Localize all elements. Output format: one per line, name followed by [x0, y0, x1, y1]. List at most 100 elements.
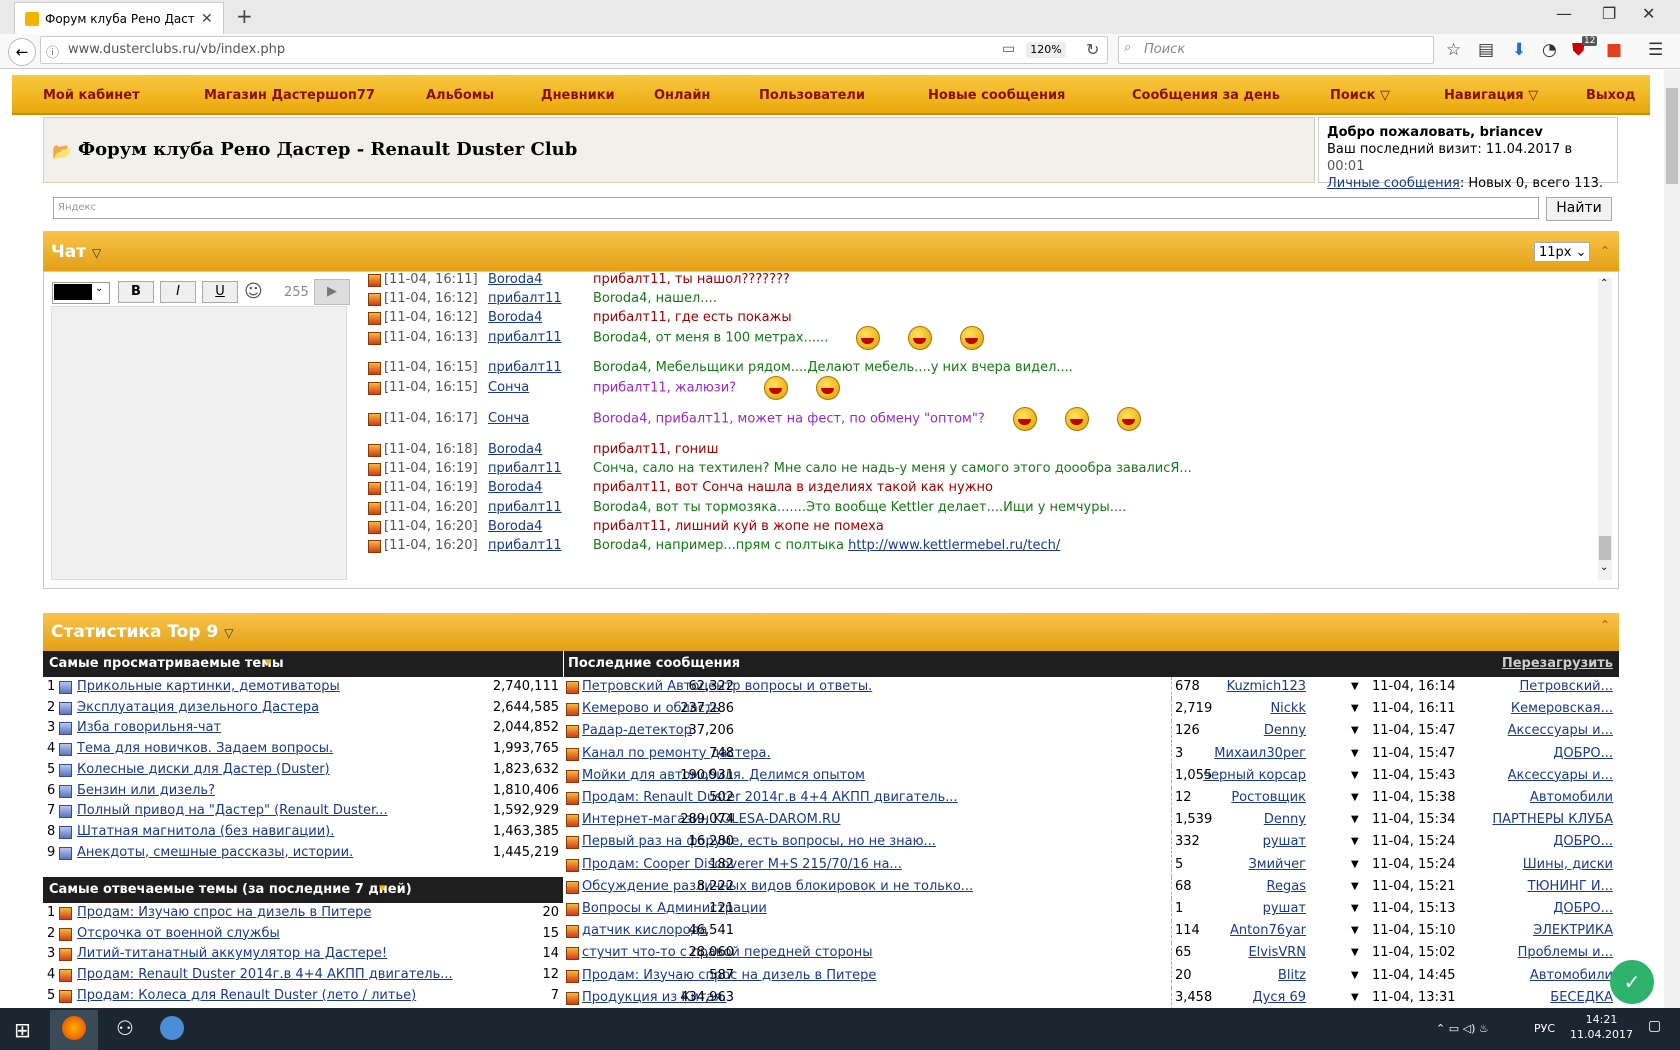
- last-poster-link[interactable]: Blitz: [1278, 968, 1306, 983]
- last-poster-link[interactable]: Denny: [1264, 812, 1306, 827]
- browser-tab[interactable]: Форум клуба Рено Дастер ✕: [14, 2, 224, 34]
- chat-title[interactable]: Чат ▽: [51, 242, 101, 262]
- last-poster-link[interactable]: Дуся 69: [1253, 990, 1307, 1005]
- forum-link[interactable]: Автомобили: [1530, 968, 1613, 983]
- nav-search[interactable]: Поиск ▽: [1330, 88, 1390, 103]
- forum-link[interactable]: ДОБРО...: [1553, 746, 1613, 761]
- forum-link[interactable]: ПАРТНЕРЫ КЛУБА: [1492, 812, 1613, 827]
- nav-logout[interactable]: Выход: [1586, 88, 1635, 103]
- message-user[interactable]: прибалт11: [488, 360, 562, 375]
- thread-link[interactable]: Отсрочка от военной службы: [77, 926, 280, 941]
- message-user[interactable]: прибалт11: [488, 291, 562, 306]
- last-poster-link[interactable]: Regas: [1267, 879, 1306, 894]
- thread-link[interactable]: Прикольные картинки, демотиваторы: [77, 679, 340, 694]
- dropdown-arrow-icon[interactable]: ▼: [1351, 748, 1359, 759]
- language-indicator[interactable]: РУС: [1534, 1022, 1555, 1035]
- dropdown-arrow-icon[interactable]: ▼: [1351, 792, 1359, 803]
- underline-button[interactable]: U: [202, 281, 238, 303]
- dropdown-arrow-icon[interactable]: ▼: [1351, 881, 1359, 892]
- dropdown-arrow-icon[interactable]: ▼: [1351, 703, 1359, 714]
- forum-link[interactable]: Петровский...: [1519, 679, 1613, 694]
- dropdown-arrow-icon[interactable]: ▼: [1351, 836, 1359, 847]
- nav-new-posts[interactable]: Новые сообщения: [928, 88, 1065, 103]
- scroll-up-icon[interactable]: ⌃: [1600, 278, 1608, 289]
- dropdown-arrow-icon[interactable]: ▼: [1351, 925, 1359, 936]
- message-user[interactable]: Сонча: [488, 380, 529, 395]
- app-icon[interactable]: ⚇: [116, 1016, 134, 1040]
- thread-link[interactable]: Продам: Cooper Discoverer M+S 215/70/16 …: [582, 857, 902, 872]
- chevron-down-icon[interactable]: ▾: [379, 881, 386, 896]
- nav-navigation[interactable]: Навигация ▽: [1444, 88, 1538, 103]
- mail-icon[interactable]: ■: [1606, 40, 1622, 60]
- thread-link[interactable]: Литий-титанатный аккумулятор на Дастере!: [77, 946, 387, 961]
- stats-title[interactable]: Статистика Top 9 ▽: [51, 622, 233, 642]
- minimize-icon[interactable]: —: [1556, 4, 1572, 23]
- last-poster-link[interactable]: Denny: [1264, 723, 1306, 738]
- forum-link[interactable]: Кемеровская...: [1511, 701, 1613, 716]
- notifications-icon[interactable]: ▢: [1648, 1018, 1661, 1034]
- message-user[interactable]: прибалт11: [488, 500, 562, 515]
- tray-icons[interactable]: ⌃ ▭ ◁) ♨: [1436, 1022, 1489, 1035]
- nav-my-cabinet[interactable]: Мой кабинет: [43, 88, 140, 103]
- reload-link[interactable]: Перезагрузить: [1502, 656, 1613, 671]
- maximize-icon[interactable]: ❐: [1602, 4, 1616, 23]
- dropdown-arrow-icon[interactable]: ▼: [1351, 970, 1359, 981]
- dropdown-arrow-icon[interactable]: ▼: [1351, 725, 1359, 736]
- thread-link[interactable]: Полный привод на "Дастер" (Renault Duste…: [77, 803, 388, 818]
- clock[interactable]: 14:21 11.04.2017: [1570, 1012, 1633, 1042]
- collapse-icon[interactable]: ⌃: [1600, 244, 1610, 258]
- message-user[interactable]: Boroda4: [488, 519, 542, 534]
- back-icon[interactable]: ←: [8, 38, 36, 66]
- chat-input[interactable]: [51, 306, 347, 580]
- dropdown-arrow-icon[interactable]: ▼: [1351, 947, 1359, 958]
- last-poster-link[interactable]: Михаил30рег: [1214, 746, 1306, 761]
- last-poster-link[interactable]: черный корсар: [1203, 768, 1306, 783]
- forum-link[interactable]: ДОБРО...: [1553, 834, 1613, 849]
- security-shield-icon[interactable]: ✓: [1610, 960, 1654, 1004]
- message-user[interactable]: Boroda4: [488, 480, 542, 495]
- forum-link[interactable]: Автомобили: [1530, 790, 1613, 805]
- thread-link[interactable]: Продам: Изучаю спрос на дизель в Питере: [77, 905, 371, 920]
- message-user[interactable]: Сонча: [488, 411, 529, 426]
- dropdown-arrow-icon[interactable]: ▼: [1351, 903, 1359, 914]
- yandex-search-input[interactable]: Яндекс: [53, 197, 1539, 219]
- close-window-icon[interactable]: ✕: [1642, 4, 1655, 23]
- reader-view-icon[interactable]: ▭: [1002, 41, 1015, 57]
- thread-link[interactable]: Вопросы к Администрации: [582, 901, 767, 916]
- forum-link[interactable]: Проблемы и...: [1518, 945, 1613, 960]
- last-poster-link[interactable]: Kuzmich123: [1227, 679, 1306, 694]
- info-icon[interactable]: ⓘ: [46, 42, 59, 61]
- forum-link[interactable]: ТЮНИНГ И...: [1528, 879, 1613, 894]
- last-poster-link[interactable]: рушат: [1263, 834, 1306, 849]
- message-user[interactable]: Boroda4: [488, 272, 542, 287]
- nav-albums[interactable]: Альбомы: [426, 88, 494, 103]
- last-poster-link[interactable]: Anton76yar: [1230, 923, 1306, 938]
- close-tab-icon[interactable]: ✕: [201, 11, 213, 27]
- message-user[interactable]: прибалт11: [488, 538, 562, 553]
- forum-link[interactable]: ЭЛЕКТРИКА: [1533, 923, 1613, 938]
- last-poster-link[interactable]: Змийчег: [1248, 857, 1306, 872]
- dropdown-arrow-icon[interactable]: ▼: [1351, 770, 1359, 781]
- thread-link[interactable]: Анекдоты, смешные рассказы, истории.: [77, 845, 353, 860]
- forum-link[interactable]: ДОБРО...: [1553, 901, 1613, 916]
- message-user[interactable]: Boroda4: [488, 442, 542, 457]
- chat-scrollbar-thumb[interactable]: [1599, 536, 1611, 560]
- send-icon[interactable]: ▶: [314, 279, 350, 305]
- nav-online[interactable]: Онлайн: [654, 88, 710, 103]
- zoom-level[interactable]: 120%: [1026, 42, 1066, 58]
- bold-button[interactable]: B: [118, 281, 154, 303]
- thread-link[interactable]: Бензин или дизель?: [77, 783, 215, 798]
- message-user[interactable]: прибалт11: [488, 461, 562, 476]
- forum-link[interactable]: БЕСЕДКА: [1550, 990, 1613, 1005]
- new-tab-icon[interactable]: +: [236, 4, 253, 28]
- dropdown-arrow-icon[interactable]: ▼: [1351, 859, 1359, 870]
- last-poster-link[interactable]: рушат: [1263, 901, 1306, 916]
- thread-link[interactable]: Штатная магнитола (без навигации).: [77, 824, 334, 839]
- nav-diaries[interactable]: Дневники: [541, 88, 615, 103]
- thread-link[interactable]: Эксплуатация дизельного Дастера: [77, 700, 319, 715]
- menu-icon[interactable]: ☰: [1648, 40, 1663, 60]
- smiley-icon[interactable]: ☺: [244, 281, 263, 302]
- nav-shop[interactable]: Магазин Дастершоп77: [204, 88, 375, 103]
- chevron-down-icon[interactable]: ▾: [265, 655, 272, 670]
- page-scrollbar-thumb[interactable]: [1666, 88, 1678, 184]
